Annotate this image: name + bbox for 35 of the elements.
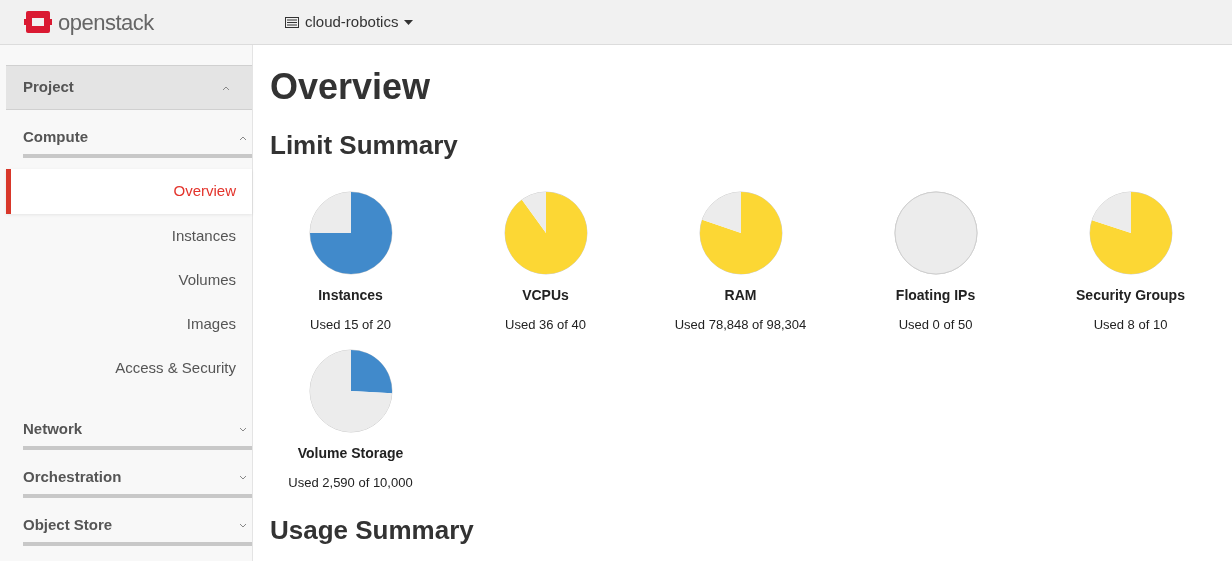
usage-text: Used 2,590 of 10,000: [288, 473, 413, 492]
caret-icon: [404, 19, 414, 25]
sidebar-group-header[interactable]: Compute: [23, 121, 252, 158]
sidebar-group-header[interactable]: Network: [23, 413, 252, 450]
page-title: Overview: [269, 65, 432, 109]
chevron-up-icon: [222, 84, 230, 91]
pie-label: Security Groups: [1076, 286, 1185, 305]
usage-text: Used 8 of 10: [1093, 316, 1168, 334]
chevron-down-icon: [239, 522, 247, 529]
logo-text: openstack: [58, 8, 154, 37]
pie-label: VCPUs: [522, 286, 569, 305]
sidebar-item[interactable]: Images: [6, 302, 252, 346]
sidebar-panel-header[interactable]: Project: [6, 65, 252, 110]
sidebar-group-header[interactable]: Orchestration: [23, 461, 252, 498]
pie-label: Instances: [318, 286, 383, 305]
pie-label: Volume Storage: [297, 443, 404, 463]
list-icon: [285, 16, 299, 28]
logo-icon: [24, 10, 52, 34]
sidebar-item[interactable]: Overview: [6, 169, 252, 214]
usage-text: Used 15 of 20: [310, 316, 391, 334]
chevron-up-icon: [239, 134, 247, 141]
project-selector[interactable]: cloud-robotics: [285, 10, 414, 34]
sidebar-group-header[interactable]: Object Store: [23, 509, 252, 546]
sidebar-item[interactable]: Instances: [6, 214, 252, 258]
pie-label: Floating IPs: [895, 286, 976, 305]
usage-text: Used 78,848 of 98,304: [674, 316, 807, 334]
sidebar-item[interactable]: Access & Security: [6, 346, 252, 390]
section-heading: Limit Summary: [269, 129, 459, 161]
chevron-down-icon: [239, 426, 247, 433]
usage-text: Used 0 of 50: [898, 316, 973, 334]
pie-label: RAM: [724, 286, 757, 305]
sidebar-item[interactable]: Volumes: [6, 258, 252, 302]
usage-text: Used 36 of 40: [505, 316, 586, 334]
chevron-down-icon: [239, 474, 247, 481]
section-heading: Usage Summary: [269, 514, 475, 546]
